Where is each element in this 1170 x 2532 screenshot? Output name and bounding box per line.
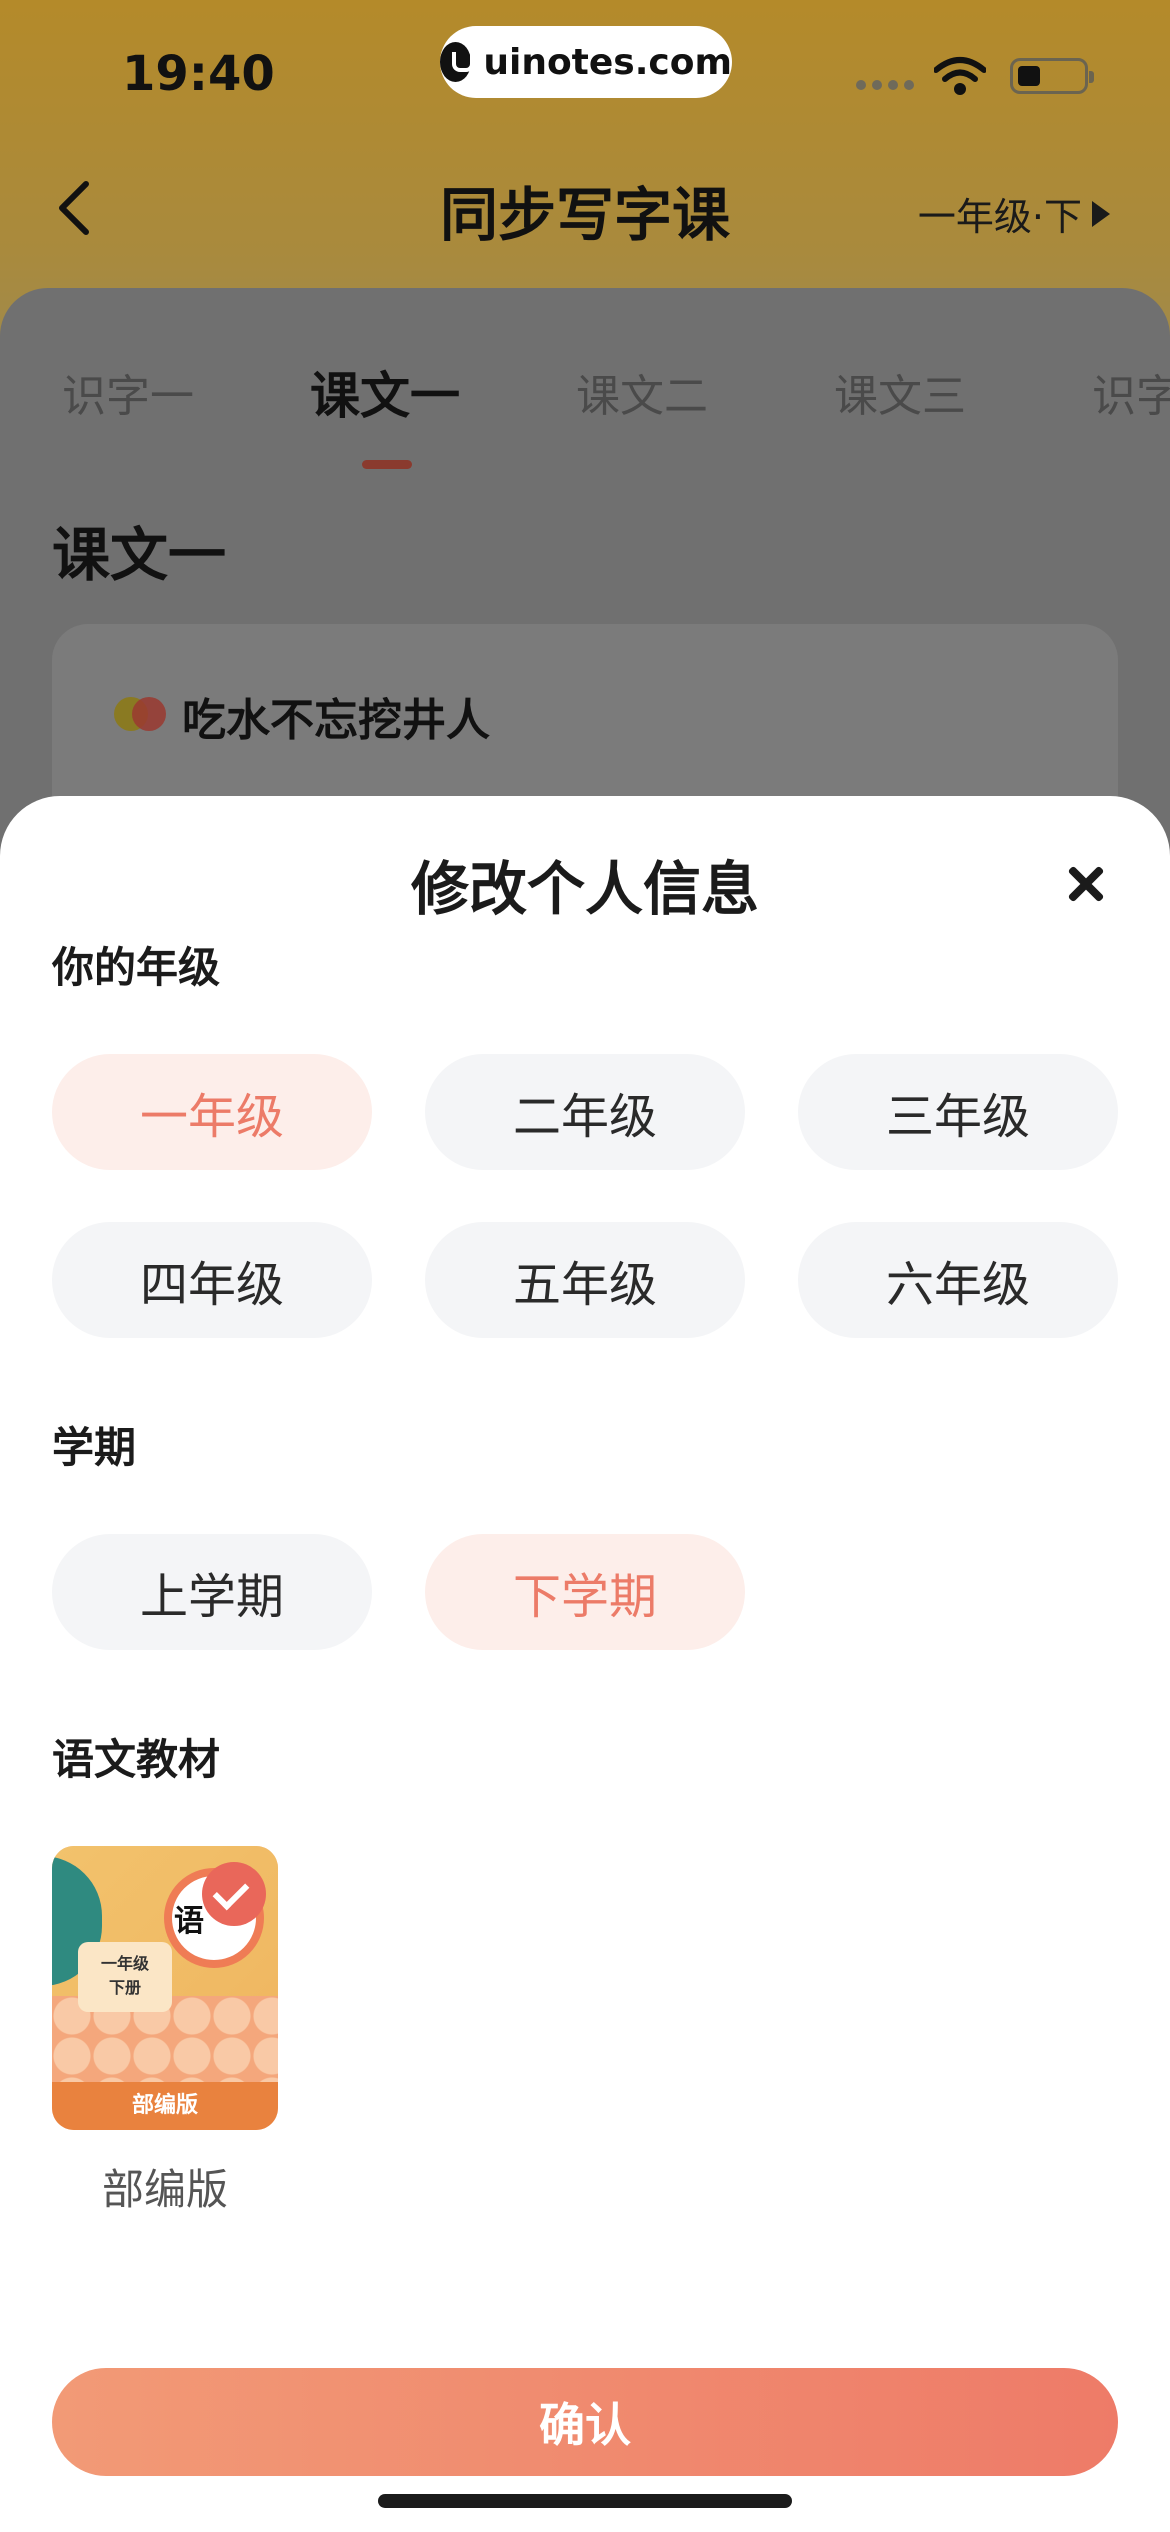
textbook-caption[interactable]: 部编版 [52,2156,278,2217]
lesson-dots-icon [114,697,168,731]
battery-icon [1010,58,1094,94]
tab-kewen-1[interactable]: 课文一 [310,356,460,428]
play-triangle-icon [1092,200,1110,227]
grade-option-5[interactable]: 五年级 [425,1222,745,1338]
watermark-logo-icon [440,42,475,82]
textbook-label: 语文教材 [52,1735,221,1784]
selected-check-icon [202,1862,266,1926]
home-indicator [378,2494,792,2508]
section-title: 课文一 [52,521,227,589]
confirm-button[interactable]: 确认 [52,2368,1118,2476]
semester-label: 学期 [52,1423,137,1472]
tab-active-indicator [362,460,412,469]
tab-shizi-2[interactable]: 识字 [1092,360,1170,424]
grade-option-3[interactable]: 三年级 [798,1054,1118,1170]
tab-shizi-1[interactable]: 识字一 [62,360,194,424]
grade-option-2[interactable]: 二年级 [425,1054,745,1170]
grade-label: 你的年级 [52,943,221,992]
edit-profile-sheet: 修改个人信息 你的年级 一年级 二年级 三年级 四年级 五年级 六年级 学期 上… [0,796,1170,2532]
textbook-cover-title: 语 [174,1904,204,1939]
sheet-title: 修改个人信息 [410,855,759,923]
tab-kewen-2[interactable]: 课文二 [576,360,708,424]
grade-option-6[interactable]: 六年级 [798,1222,1118,1338]
wifi-icon [934,57,986,95]
grade-switch-button[interactable]: 一年级·下 [918,186,1110,241]
semester-option-first[interactable]: 上学期 [52,1534,372,1650]
lesson-tabs: 识字一 课文一 课文二 课文三 识字 [0,360,1170,440]
semester-option-second[interactable]: 下学期 [425,1534,745,1650]
lesson-name[interactable]: 吃水不忘挖井人 [182,684,490,748]
textbook-cover-grade: 一年级 下册 [78,1942,172,2012]
grade-switch-label: 一年级·下 [917,195,1082,239]
grade-option-1[interactable]: 一年级 [52,1054,372,1170]
watermark-badge: uinotes.com [440,26,732,98]
status-bar: 19:40 uinotes.com [0,0,1170,140]
textbook-cover-footer: 部编版 [52,2082,278,2130]
grade-option-4[interactable]: 四年级 [52,1222,372,1338]
tab-kewen-3[interactable]: 课文三 [834,360,966,424]
watermark-text: uinotes.com [483,41,732,83]
textbook-cover[interactable]: 语 一年级 下册 部编版 [52,1846,278,2130]
status-time: 19:40 [122,46,275,102]
signal-icon [856,80,914,90]
close-icon[interactable] [1060,858,1112,910]
